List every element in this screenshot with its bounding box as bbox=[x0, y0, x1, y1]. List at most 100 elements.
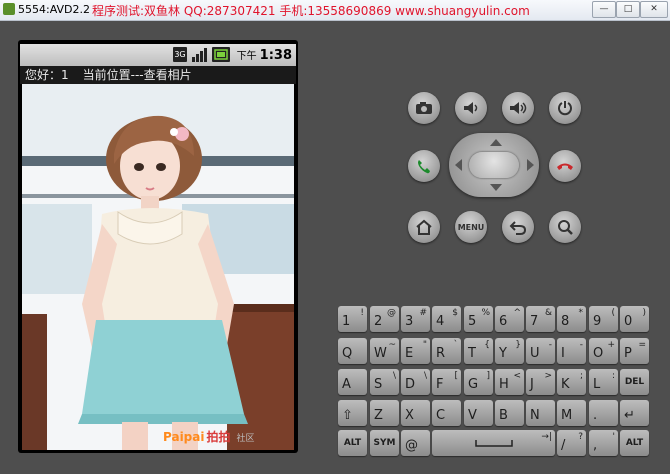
key-x47[interactable]: /? bbox=[557, 430, 586, 456]
key-label: 5 bbox=[468, 314, 477, 329]
camera-button[interactable] bbox=[408, 92, 440, 124]
key-x44[interactable]: , ' bbox=[589, 430, 618, 456]
key-5[interactable]: 5% bbox=[464, 306, 493, 332]
key-alt-label: ^ bbox=[513, 308, 521, 318]
key-j[interactable]: J > bbox=[526, 369, 555, 395]
key-alt-label: ~ bbox=[388, 340, 396, 350]
key-8[interactable]: 8 * bbox=[557, 306, 586, 332]
key-e[interactable]: E " bbox=[401, 338, 430, 364]
key-x[interactable]: X bbox=[401, 400, 430, 426]
key-6[interactable]: 6 ^ bbox=[495, 306, 524, 332]
key-alt-label: & bbox=[544, 308, 552, 318]
key-alt-label: - bbox=[579, 340, 583, 350]
minimize-button[interactable]: — bbox=[592, 1, 616, 18]
key-q[interactable]: Q bbox=[338, 338, 367, 364]
watermark-sub: 社区 bbox=[236, 434, 255, 444]
volume-down-button[interactable] bbox=[455, 92, 487, 124]
key-i[interactable]: I- bbox=[557, 338, 586, 364]
key-7[interactable]: 7 & bbox=[526, 306, 555, 332]
power-button[interactable] bbox=[549, 92, 581, 124]
key-r[interactable]: R ` bbox=[432, 338, 461, 364]
volume-up-icon bbox=[510, 102, 527, 114]
key-label: Q bbox=[342, 346, 353, 361]
menu-button[interactable]: MENU bbox=[455, 211, 487, 243]
key-z[interactable]: Z bbox=[370, 400, 399, 426]
key-alt-label: % bbox=[481, 308, 490, 318]
window-banner-text: 程序测试:双鱼林 QQ:287307421 手机:13558690869 www… bbox=[92, 4, 530, 18]
dpad-right-icon[interactable] bbox=[527, 159, 534, 171]
key-v[interactable]: V bbox=[464, 400, 493, 426]
key-label: O bbox=[593, 346, 604, 361]
greeting-text: 您好：1 bbox=[25, 68, 69, 82]
key-del[interactable]: DEL bbox=[620, 369, 649, 395]
dpad-up-icon[interactable] bbox=[490, 139, 502, 146]
key-alt[interactable]: ALT bbox=[620, 430, 649, 456]
key-b[interactable]: B bbox=[495, 400, 524, 426]
key-s[interactable]: S \ bbox=[370, 369, 399, 395]
key-alt-label: ] bbox=[486, 371, 490, 381]
key-alt-label: ' bbox=[612, 432, 615, 442]
key-label: 0 bbox=[624, 314, 633, 329]
key-g[interactable]: G] bbox=[464, 369, 493, 395]
key-alt-label: = bbox=[638, 340, 646, 350]
key-m[interactable]: M bbox=[557, 400, 586, 426]
key-alt-label: > bbox=[544, 371, 552, 381]
key-label: D bbox=[405, 377, 416, 392]
key-f[interactable]: F[ bbox=[432, 369, 461, 395]
key-alt-label: < bbox=[513, 371, 521, 381]
key-h[interactable]: H < bbox=[495, 369, 524, 395]
key-x46[interactable]: . bbox=[589, 400, 618, 426]
key-x64[interactable]: @ bbox=[401, 430, 430, 456]
key-label: J bbox=[530, 377, 534, 392]
key-alt-label: \ bbox=[392, 371, 396, 381]
key-alt-label: + bbox=[607, 340, 615, 350]
key-u[interactable]: U- bbox=[526, 338, 555, 364]
key-1[interactable]: 1! bbox=[338, 306, 367, 332]
key-alt[interactable]: ALT bbox=[338, 430, 367, 456]
key-9[interactable]: 9( bbox=[589, 306, 618, 332]
key-sym[interactable]: SYM bbox=[370, 430, 399, 456]
maximize-button[interactable]: □ bbox=[616, 1, 640, 18]
back-button[interactable] bbox=[502, 211, 534, 243]
key-label: U bbox=[530, 346, 540, 361]
key-o[interactable]: O + bbox=[589, 338, 618, 364]
key-label: X bbox=[405, 408, 414, 423]
key-2[interactable]: 2 @ bbox=[370, 306, 399, 332]
key-shift[interactable]: ⇧ bbox=[338, 400, 367, 426]
key-w[interactable]: W ~ bbox=[370, 338, 399, 364]
key-label: S bbox=[374, 377, 383, 392]
key-label: , bbox=[593, 438, 598, 453]
key-label: ALT bbox=[343, 438, 362, 448]
key-space[interactable]: →| bbox=[432, 430, 555, 456]
key-l[interactable]: L: bbox=[589, 369, 618, 395]
window-title: 5554:AVD2.2 bbox=[18, 3, 91, 16]
dpad-down-icon[interactable] bbox=[490, 184, 502, 191]
key-d[interactable]: D \ bbox=[401, 369, 430, 395]
key-p[interactable]: P = bbox=[620, 338, 649, 364]
end-call-button[interactable] bbox=[549, 150, 581, 182]
call-button[interactable] bbox=[408, 150, 440, 182]
location-text: 当前位置---查看相片 bbox=[82, 68, 192, 82]
key-n[interactable]: N bbox=[526, 400, 555, 426]
key-4[interactable]: 4 $ bbox=[432, 306, 461, 332]
key-3[interactable]: 3 # bbox=[401, 306, 430, 332]
home-button[interactable] bbox=[408, 211, 440, 243]
key-t[interactable]: T{ bbox=[464, 338, 493, 364]
key-label: / bbox=[561, 438, 566, 453]
key-0[interactable]: 0) bbox=[620, 306, 649, 332]
key-k[interactable]: K; bbox=[557, 369, 586, 395]
key-c[interactable]: C bbox=[432, 400, 461, 426]
search-button[interactable] bbox=[549, 211, 581, 243]
dpad-left-icon[interactable] bbox=[455, 159, 462, 171]
key-alt-label: \ bbox=[423, 371, 427, 381]
photo-view[interactable] bbox=[22, 84, 294, 450]
key-label: 3 bbox=[405, 314, 414, 329]
search-icon bbox=[558, 220, 573, 235]
dpad-center-button[interactable] bbox=[469, 152, 519, 178]
key-y[interactable]: Y} bbox=[495, 338, 524, 364]
key-a[interactable]: A bbox=[338, 369, 367, 395]
key-enter[interactable]: ↵ bbox=[620, 400, 649, 426]
key-label: . bbox=[593, 408, 598, 423]
close-button[interactable]: ✕ bbox=[640, 1, 668, 18]
volume-up-button[interactable] bbox=[502, 92, 534, 124]
